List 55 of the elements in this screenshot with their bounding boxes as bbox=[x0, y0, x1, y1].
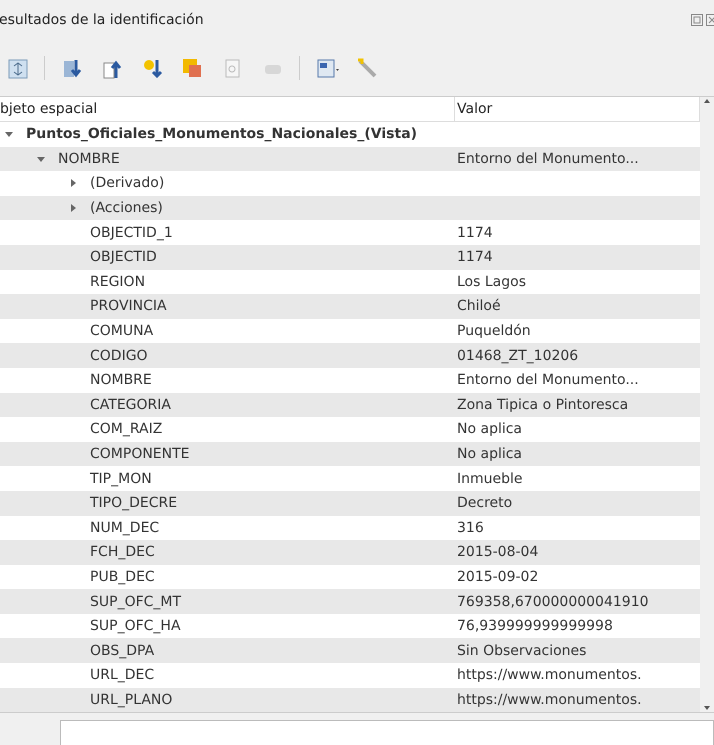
field-name[interactable]: URL_DEC bbox=[90, 667, 154, 684]
field-value: No aplica bbox=[456, 421, 524, 438]
field-name[interactable]: COMPONENTE bbox=[90, 446, 190, 462]
field-name[interactable]: REGION bbox=[90, 274, 146, 290]
field-name[interactable]: PROVINCIA bbox=[90, 298, 167, 314]
layer-name[interactable]: Puntos_Oficiales_Monumentos_Nacionales_(Vista) bbox=[26, 126, 418, 142]
field-value: 01468_ZT_10206 bbox=[456, 348, 580, 364]
scroll-down-icon[interactable] bbox=[703, 704, 711, 712]
column-header[interactable]: bjeto espacial bbox=[0, 97, 455, 121]
field-name[interactable]: OBS_DPA bbox=[90, 642, 154, 659]
field-value: Los Lagos bbox=[456, 274, 527, 290]
field-name[interactable]: NUM_DEC bbox=[90, 520, 160, 536]
collapsed-arrow-icon[interactable] bbox=[68, 178, 78, 188]
field-name[interactable]: SUP_OFC_HA bbox=[90, 618, 181, 634]
collapsed-arrow-icon[interactable] bbox=[68, 203, 78, 214]
field-name[interactable]: NOMBRE bbox=[90, 372, 152, 388]
scroll-up-icon[interactable] bbox=[703, 97, 711, 105]
field-value: Entorno del Monumento... bbox=[456, 372, 640, 388]
field-name[interactable]: CATEGORIA bbox=[90, 396, 171, 413]
field-name[interactable]: TIP_MON bbox=[90, 470, 152, 487]
field-value: 76,939999999999998 bbox=[456, 618, 614, 634]
field-name[interactable]: OBJECTID bbox=[90, 249, 157, 266]
field-name[interactable]: (Acciones) bbox=[90, 200, 163, 216]
field-name[interactable]: COMUNA bbox=[90, 323, 154, 340]
panel-title: esultados de la identificación bbox=[0, 12, 204, 28]
field-value: https://www.monumentos. bbox=[456, 692, 643, 708]
field-name[interactable]: OBJECTID_1 bbox=[90, 224, 173, 241]
field-value: Puqueldón bbox=[456, 323, 532, 340]
input-field[interactable] bbox=[60, 720, 714, 745]
field-value: 769358,670000000041910 bbox=[456, 594, 650, 610]
field-value: 2015-09-02 bbox=[456, 568, 540, 585]
field-name[interactable]: TIPO_DECRE bbox=[90, 495, 178, 512]
field-value: 1174 bbox=[456, 249, 494, 266]
field-name[interactable]: PUB_DEC bbox=[90, 568, 155, 585]
field-name[interactable]: NOMBRE bbox=[58, 150, 120, 167]
field-value: 316 bbox=[456, 520, 485, 536]
field-name[interactable]: (Derivado) bbox=[90, 175, 164, 192]
field-value: Zona Tipica o Pintoresca bbox=[456, 396, 630, 413]
field-value: 2015-08-04 bbox=[456, 544, 540, 560]
field-name[interactable]: FCH_DEC bbox=[90, 544, 155, 560]
field-value: No aplica bbox=[456, 446, 524, 462]
expanded-arrow-icon[interactable] bbox=[4, 129, 14, 140]
field-name[interactable]: SUP_OFC_MT bbox=[90, 594, 182, 610]
field-value: https://www.monumentos. bbox=[456, 667, 643, 684]
field-name[interactable]: CODIGO bbox=[90, 348, 148, 364]
field-value: Inmueble bbox=[456, 470, 524, 487]
field-value: Decreto bbox=[456, 495, 514, 512]
field-name[interactable]: URL_PLANO bbox=[90, 692, 172, 708]
field-value: Entorno del Monumento... bbox=[456, 150, 640, 167]
float-icon[interactable] bbox=[691, 14, 703, 26]
field-value: 1174 bbox=[456, 224, 494, 241]
field-value: Chiloé bbox=[456, 298, 502, 314]
field-name[interactable]: COM_RAIZ bbox=[90, 421, 162, 438]
field-value: Sin Observaciones bbox=[456, 642, 588, 659]
layer-highlight-icon[interactable] bbox=[180, 56, 204, 80]
